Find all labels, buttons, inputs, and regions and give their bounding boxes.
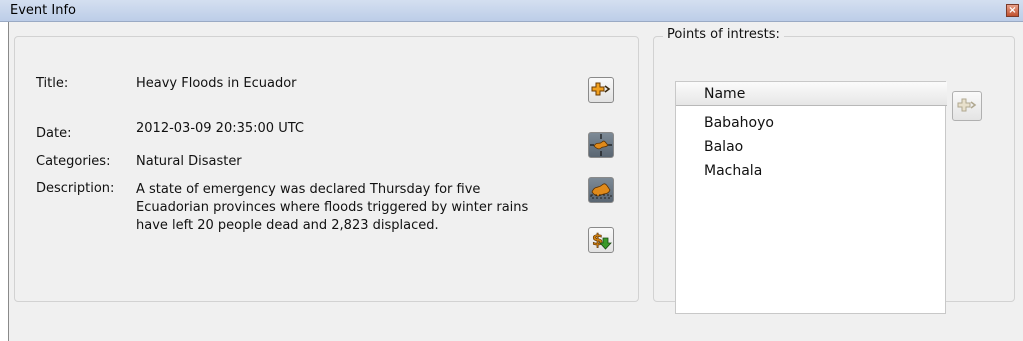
window-title: Event Info <box>10 3 76 18</box>
financial-download-icon: $ <box>592 230 612 250</box>
list-item[interactable]: Balao <box>704 139 743 155</box>
add-poi-icon <box>957 98 977 112</box>
svg-text:$: $ <box>592 230 603 249</box>
date-value: 2012-03-09 20:35:00 UTC <box>136 121 304 136</box>
points-of-interest-label: Points of intrests: <box>663 27 784 42</box>
zoom-to-event-button[interactable] <box>588 132 614 158</box>
close-button[interactable]: × <box>1006 4 1019 17</box>
poi-list-header[interactable]: Name <box>676 82 947 106</box>
title-label: Title: <box>36 76 69 91</box>
poi-list[interactable]: Name Babahoyo Balao Machala <box>675 81 947 314</box>
description-value: A state of emergency was declared Thursd… <box>136 182 529 233</box>
categories-value: Natural Disaster <box>136 154 242 169</box>
add-to-map-button[interactable] <box>588 77 614 103</box>
add-to-map-icon <box>591 82 611 96</box>
add-poi-button[interactable] <box>952 91 982 121</box>
date-label: Date: <box>36 126 72 141</box>
title-bar: Event Info × <box>0 0 1023 22</box>
list-item[interactable]: Babahoyo <box>704 115 774 131</box>
financial-download-button[interactable]: $ <box>588 227 614 253</box>
event-details-group <box>14 36 639 302</box>
zoom-to-event-icon <box>590 134 612 156</box>
show-area-icon <box>590 183 612 199</box>
categories-label: Categories: <box>36 154 111 169</box>
show-area-button[interactable] <box>588 177 614 203</box>
close-icon: × <box>1008 4 1017 16</box>
description-label: Description: <box>36 181 115 196</box>
list-item[interactable]: Machala <box>704 163 762 179</box>
name-column-header: Name <box>704 86 746 102</box>
title-value: Heavy Floods in Ecuador <box>136 76 297 91</box>
